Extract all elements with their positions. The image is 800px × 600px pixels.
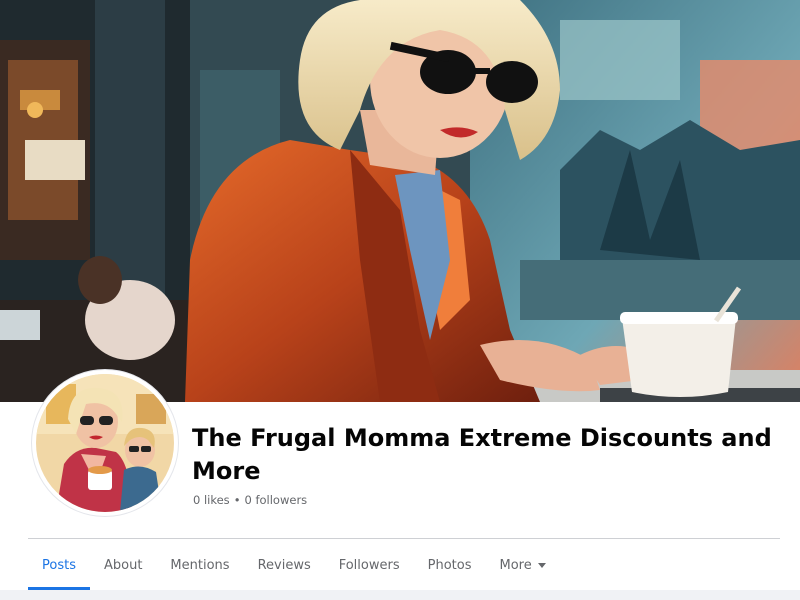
tab-label: Mentions: [170, 557, 230, 573]
likes-count[interactable]: 0 likes: [193, 493, 230, 507]
page-tabs: Posts About Mentions Reviews Followers P…: [28, 540, 560, 590]
chevron-down-icon: [537, 562, 546, 568]
tab-label: Followers: [338, 557, 400, 573]
avatar-illustration: [36, 374, 174, 512]
tab-followers[interactable]: Followers: [325, 540, 414, 590]
cover-photo[interactable]: [0, 0, 800, 402]
cover-illustration: [0, 0, 800, 402]
tab-about[interactable]: About: [90, 540, 156, 590]
stats-separator: •: [233, 493, 241, 507]
tab-more[interactable]: More: [485, 540, 559, 590]
page-stats: 0 likes • 0 followers: [193, 493, 307, 507]
tab-mentions[interactable]: Mentions: [156, 540, 243, 590]
content-background: [0, 590, 800, 600]
tab-posts[interactable]: Posts: [28, 540, 90, 590]
header-divider: [28, 538, 780, 539]
profile-picture[interactable]: [32, 370, 178, 516]
tab-label: About: [103, 557, 143, 573]
tab-label: Reviews: [257, 557, 311, 573]
page-title: The Frugal Momma Extreme Discounts and M…: [192, 424, 772, 485]
followers-count[interactable]: 0 followers: [244, 493, 307, 507]
tab-photos[interactable]: Photos: [414, 540, 486, 590]
tab-label: Photos: [427, 557, 472, 573]
tab-label: More: [499, 557, 532, 573]
tab-label: Posts: [42, 557, 76, 573]
tab-reviews[interactable]: Reviews: [244, 540, 325, 590]
